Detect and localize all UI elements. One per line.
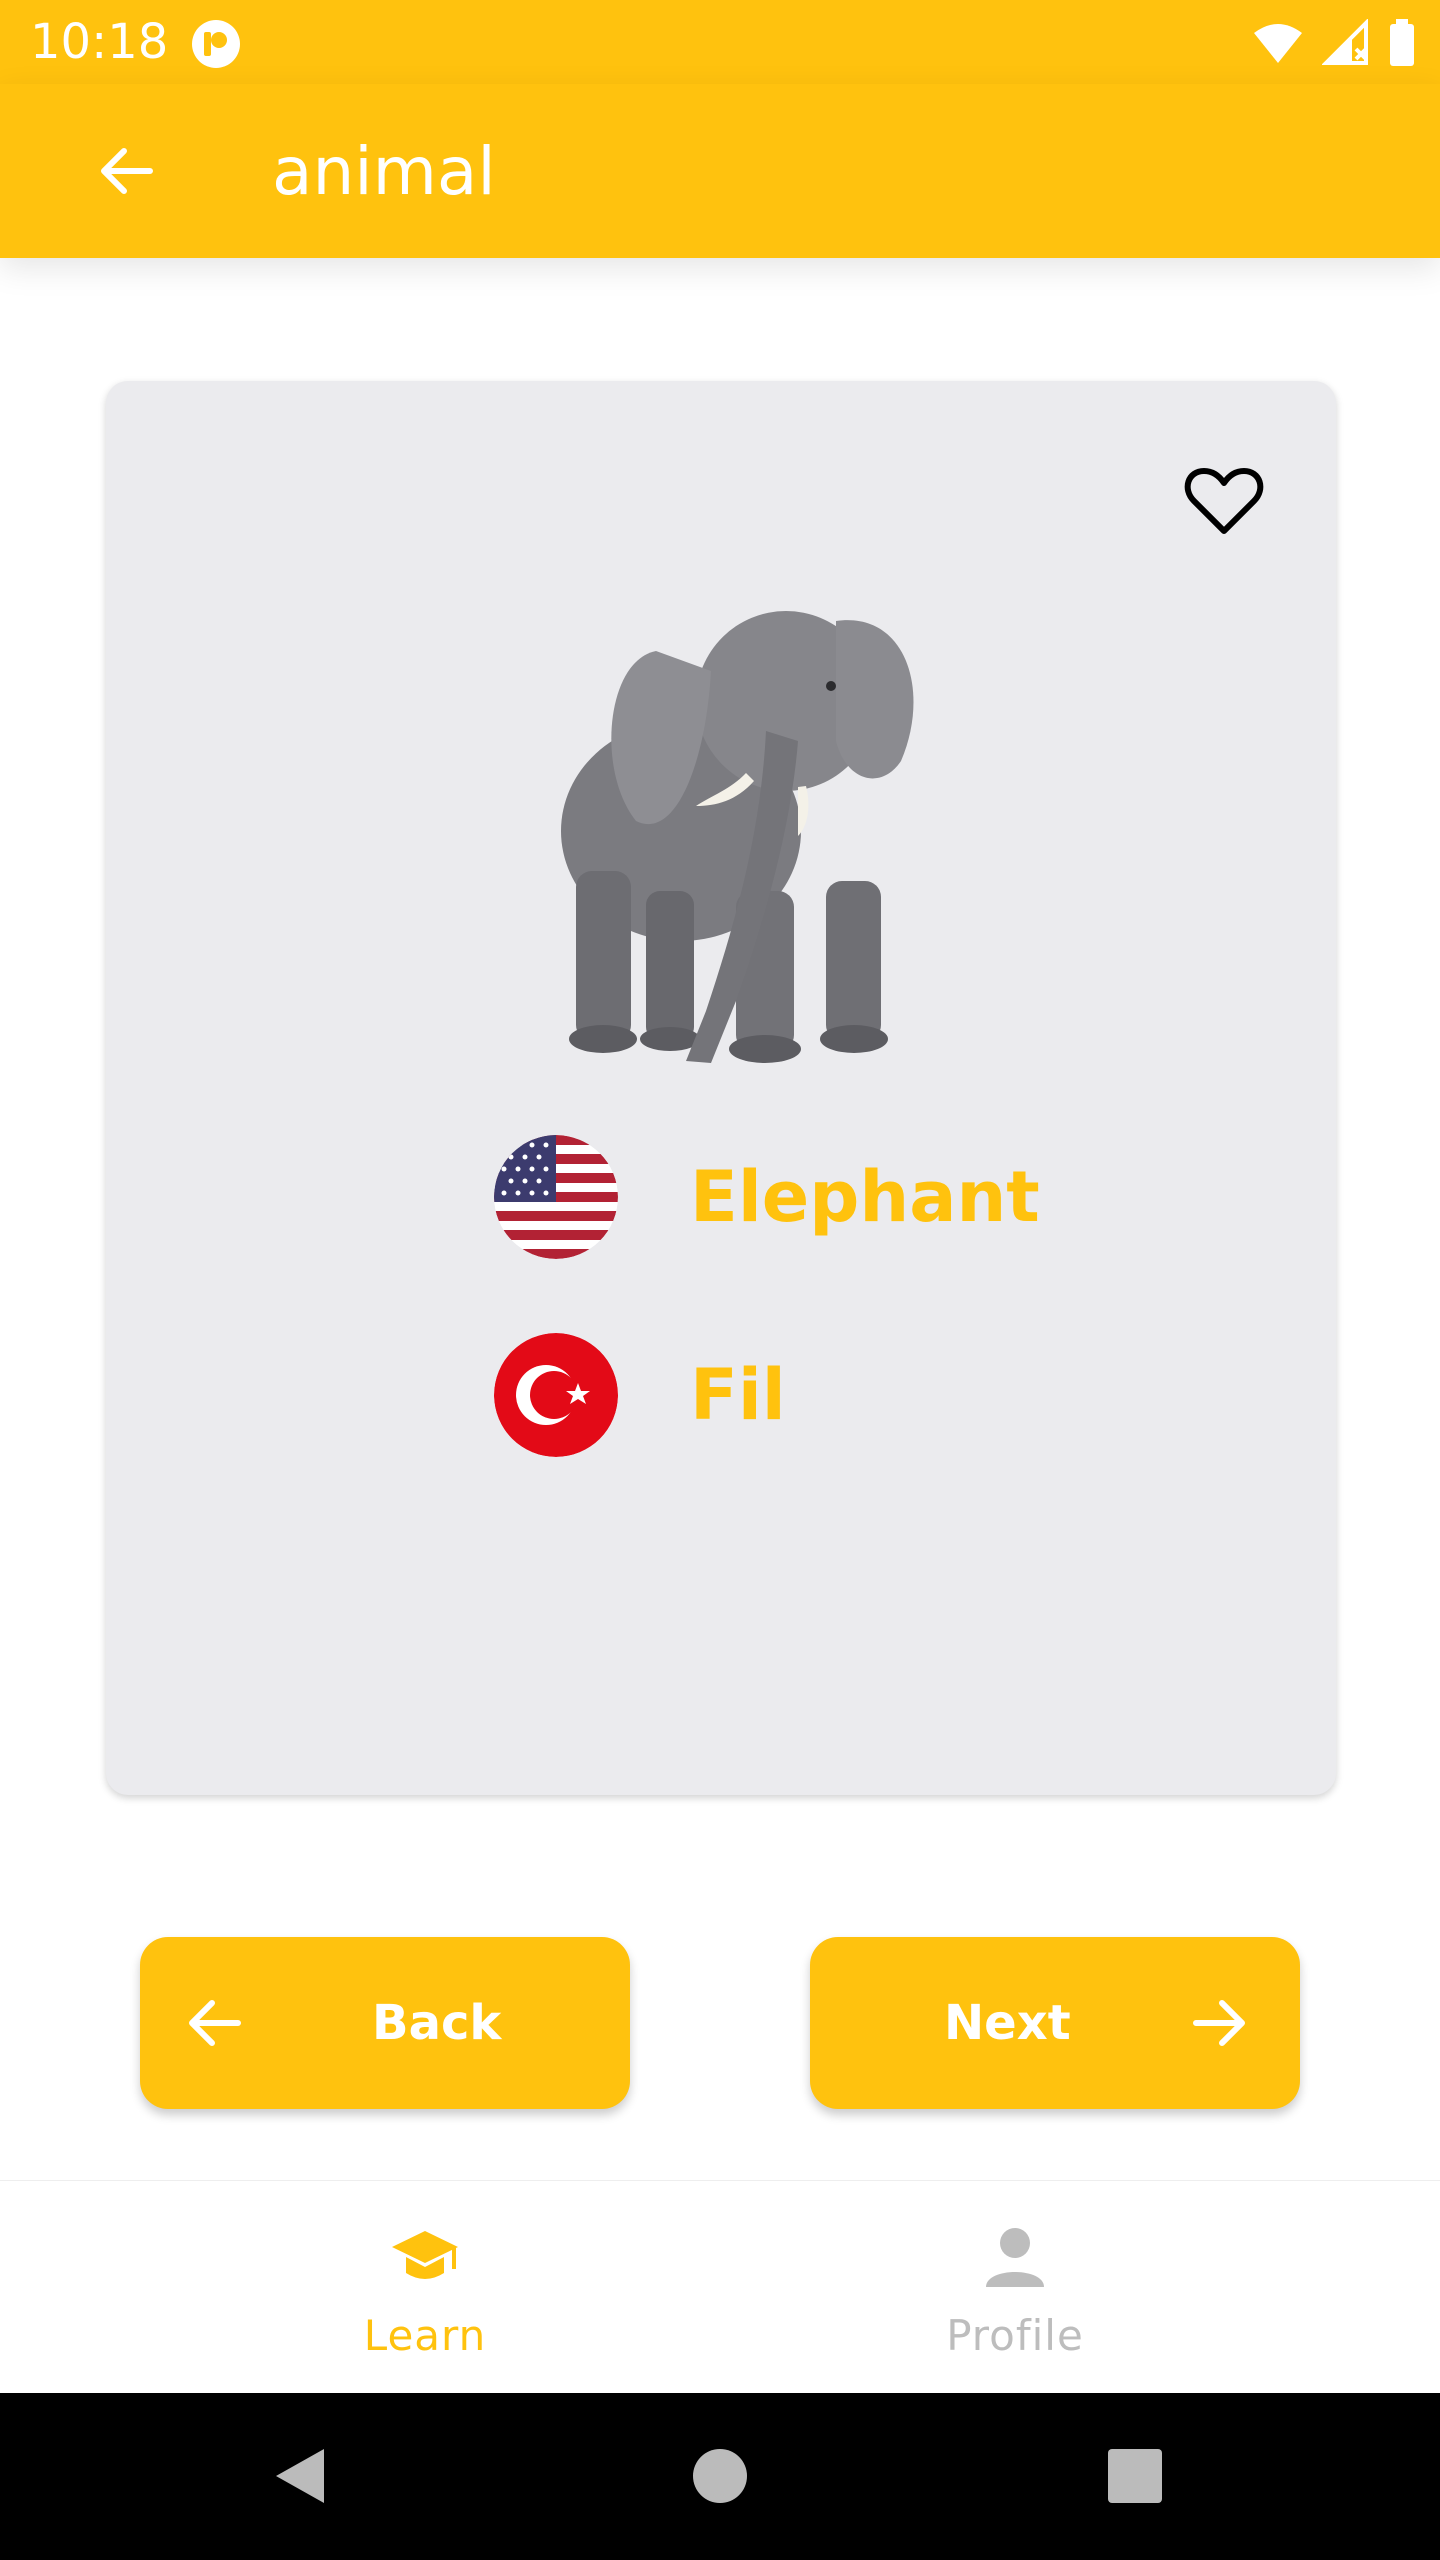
status-time: 10:18 [30,14,169,70]
arrow-right-icon [1193,2000,1245,2046]
heart-icon[interactable] [1182,459,1266,543]
status-bar: 10:18 [0,0,1440,84]
signal-icon [1322,19,1368,65]
status-icons [1252,18,1416,68]
system-home-icon[interactable] [685,2441,755,2511]
battery-icon [1390,19,1414,66]
system-recents-icon[interactable] [1100,2441,1170,2511]
back-arrow-icon[interactable] [96,141,156,201]
nav-label-profile: Profile [946,2311,1084,2360]
word-turkish: Fil [690,1354,786,1436]
word-row-english: Elephant [494,1135,1040,1259]
turkey-flag-icon [494,1333,618,1457]
word-english: Elephant [690,1156,1040,1238]
arrow-left-icon [189,2000,241,2046]
next-button-label: Next [944,1995,1071,2051]
person-icon [986,2228,1044,2287]
next-button[interactable]: Next [810,1937,1300,2109]
system-back-icon[interactable] [266,2441,336,2511]
graduation-cap-icon [392,2231,458,2279]
us-flag-icon [494,1135,618,1259]
back-button[interactable]: Back [140,1937,630,2109]
back-button-label: Back [372,1995,502,2051]
nav-item-profile[interactable]: Profile [655,2181,1375,2394]
elephant-image [561,611,914,1063]
wifi-icon [1254,24,1302,63]
bottom-navigation: Learn Profile [0,2180,1440,2394]
app-notification-icon [192,20,240,68]
page-title: animal [272,133,496,210]
flashcard: Elephant Fil [106,381,1336,1795]
word-row-turkish: Fil [494,1333,786,1457]
system-navigation-bar [0,2393,1440,2560]
app-bar: animal [0,84,1440,258]
